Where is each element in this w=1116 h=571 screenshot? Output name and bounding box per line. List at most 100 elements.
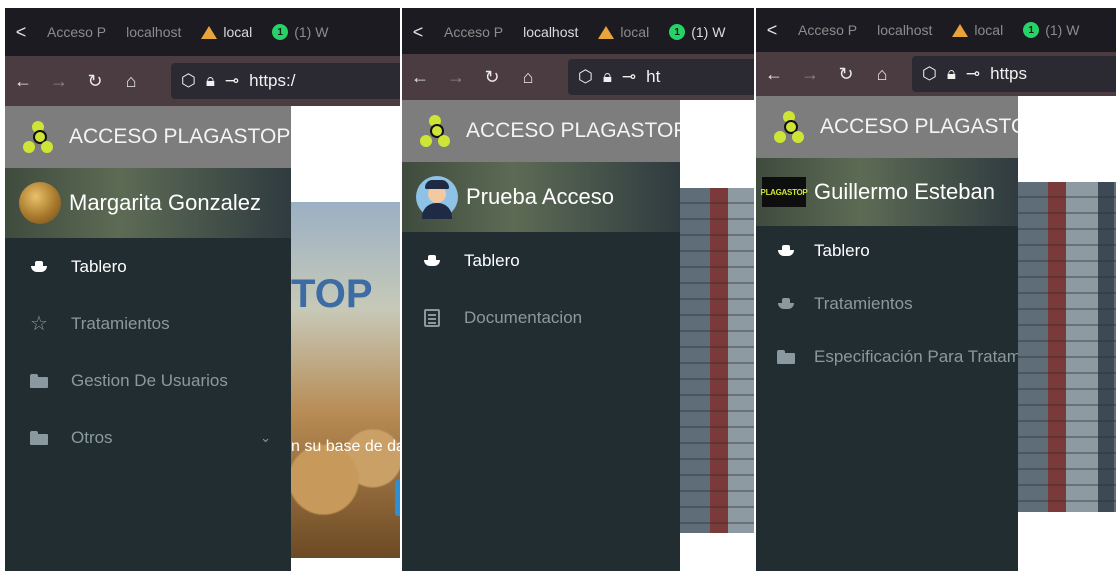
brand-header[interactable]: ACCESO PLAGASTOP [402, 100, 680, 162]
key-icon: ⊸ [965, 64, 981, 83]
page-content: TOP n su base de dat ACCESO PLAGASTOP Ma… [5, 106, 400, 571]
avatar: PLAGASTOP [761, 177, 808, 207]
tab-acceso[interactable]: Acceso P [788, 22, 867, 38]
url-bar[interactable]: ⬡ 🔒︎ ⊸ ht [568, 59, 754, 95]
tab-localhost[interactable]: localhost [513, 24, 588, 40]
home-icon[interactable]: ⌂ [113, 71, 149, 92]
background-logo-text: TOP [291, 272, 373, 316]
user-name: Prueba Acceso [466, 184, 614, 209]
sidebar-item-label: Tratamientos [814, 293, 913, 313]
background-image-wood: TOP n su base de dat [291, 202, 400, 558]
reload-icon[interactable]: ↻ [474, 67, 510, 88]
tab-whatsapp[interactable]: 1 (1) W [262, 24, 338, 40]
lock-icon: 🔒︎ [205, 71, 215, 90]
back-arrow-icon[interactable]: ← [756, 64, 792, 85]
shield-icon: ⬡ [922, 64, 937, 83]
tab-scroll-back-button[interactable]: < [5, 22, 37, 43]
tab-localhost[interactable]: localhost [867, 22, 942, 38]
mountain-icon [952, 23, 969, 37]
background-image-port [680, 188, 754, 533]
sidebar-item-tablero[interactable]: Tablero [402, 232, 680, 289]
plagastop-logo-icon [23, 121, 53, 153]
tab-whatsapp[interactable]: 1 (1) W [659, 24, 735, 40]
navigation-toolbar: ← → ↻ ⌂ ⬡ 🔒︎ ⊸ ht [402, 54, 754, 100]
tab-local-m[interactable]: local [191, 24, 262, 40]
folder-icon [29, 373, 49, 388]
sidebar-item-documentacion[interactable]: Documentacion [402, 289, 680, 346]
sidebar-item-label: Documentacion [464, 307, 583, 327]
forward-arrow-icon[interactable]: → [438, 67, 474, 88]
sidebar-menu: Tablero Tratamientos Especificación Para… [756, 224, 1018, 383]
home-icon[interactable]: ⌂ [864, 64, 900, 85]
brand-title: ACCESO PLAGASTOP [820, 115, 1018, 138]
ship-icon [776, 244, 796, 257]
navigation-toolbar: ← → ↻ ⌂ ⬡ 🔒︎ ⊸ https:/ [5, 56, 400, 106]
background-message-text: n su base de dat [291, 438, 400, 455]
brand-header[interactable]: ACCESO PLAGASTOP [5, 106, 291, 168]
sidebar-item-tratamientos[interactable]: ☆ Tratamientos [5, 295, 291, 352]
reload-icon[interactable]: ↻ [77, 71, 113, 92]
document-icon [422, 308, 442, 327]
sidebar-item-label: Tratamientos [71, 313, 170, 333]
sidebar-item-label: Especificación Para Tratami [814, 346, 1018, 366]
tab-local-m[interactable]: local [588, 24, 659, 40]
page-content: ACCESO PLAGASTOP PLAGASTOP Guillermo Est… [756, 96, 1116, 571]
plagastop-logo-icon [420, 115, 450, 147]
chevron-down-icon[interactable]: ⌄ [260, 430, 271, 446]
forward-arrow-icon[interactable]: → [41, 71, 77, 92]
reload-icon[interactable]: ↻ [828, 64, 864, 85]
browser-window-3: < Acceso P localhost local 1 (1) W ← → ↻ … [756, 8, 1116, 571]
background-button[interactable] [395, 480, 400, 516]
sidebar-menu: Tablero ☆ Tratamientos Gestion De Usuari… [5, 238, 291, 466]
user-panel[interactable]: Prueba Acceso [402, 162, 680, 232]
mountain-icon [201, 25, 218, 39]
tab-strip: < Acceso P localhost local 1 (1) W [756, 8, 1116, 52]
brand-header[interactable]: ACCESO PLAGASTOP [756, 96, 1018, 158]
tab-acceso[interactable]: Acceso P [37, 24, 116, 40]
user-panel[interactable]: Margarita Gonzalez [5, 168, 291, 238]
tab-strip: < Acceso P localhost local 1 (1) W [5, 8, 400, 56]
background-image-port [1018, 182, 1116, 512]
ship-icon [422, 254, 442, 267]
user-name: Guillermo Esteban [814, 179, 995, 204]
home-icon[interactable]: ⌂ [510, 67, 546, 88]
brand-title: ACCESO PLAGASTOP [466, 119, 680, 142]
sidebar-item-especificacion[interactable]: Especificación Para Tratami [756, 330, 1018, 383]
sidebar-item-tablero[interactable]: Tablero [5, 238, 291, 295]
key-icon: ⊸ [224, 71, 240, 90]
sidebar-item-label: Otros [71, 427, 113, 447]
shield-icon: ⬡ [181, 71, 196, 90]
ship-icon [29, 260, 49, 273]
tab-localhost[interactable]: localhost [116, 24, 191, 40]
tab-strip: < Acceso P localhost local 1 (1) W [402, 8, 754, 56]
whatsapp-icon: 1 [669, 24, 686, 40]
sidebar-item-gestion-usuarios[interactable]: Gestion De Usuarios [5, 352, 291, 409]
sidebar-item-tablero[interactable]: Tablero [756, 224, 1018, 277]
folder-icon [776, 349, 796, 364]
lock-icon: 🔒︎ [946, 64, 956, 83]
tab-acceso[interactable]: Acceso P [434, 24, 513, 40]
ship-icon [776, 297, 796, 310]
tab-local-m[interactable]: local [942, 22, 1013, 38]
tab-scroll-back-button[interactable]: < [756, 20, 788, 41]
tab-whatsapp[interactable]: 1 (1) W [1013, 22, 1089, 38]
back-arrow-icon[interactable]: ← [402, 67, 438, 88]
navigation-toolbar: ← → ↻ ⌂ ⬡ 🔒︎ ⊸ https [756, 52, 1116, 96]
mountain-icon [598, 25, 615, 39]
sidebar-item-otros[interactable]: Otros ⌄ [5, 409, 291, 466]
url-bar[interactable]: ⬡ 🔒︎ ⊸ https:/ [171, 63, 400, 99]
user-panel[interactable]: PLAGASTOP Guillermo Esteban [756, 158, 1018, 226]
url-bar[interactable]: ⬡ 🔒︎ ⊸ https [912, 56, 1116, 92]
whatsapp-icon: 1 [1023, 22, 1040, 38]
sidebar: ACCESO PLAGASTOP Prueba Acceso Tablero D… [402, 100, 680, 571]
url-text: https:/ [249, 71, 296, 90]
forward-arrow-icon[interactable]: → [792, 64, 828, 85]
url-text: https [990, 64, 1027, 83]
star-icon: ☆ [30, 313, 48, 335]
tab-scroll-back-button[interactable]: < [402, 22, 434, 43]
sidebar-item-label: Tablero [464, 250, 520, 270]
sidebar-item-tratamientos[interactable]: Tratamientos [756, 277, 1018, 330]
lock-icon: 🔒︎ [602, 67, 612, 86]
sidebar-item-label: Tablero [814, 240, 870, 260]
back-arrow-icon[interactable]: ← [5, 71, 41, 92]
